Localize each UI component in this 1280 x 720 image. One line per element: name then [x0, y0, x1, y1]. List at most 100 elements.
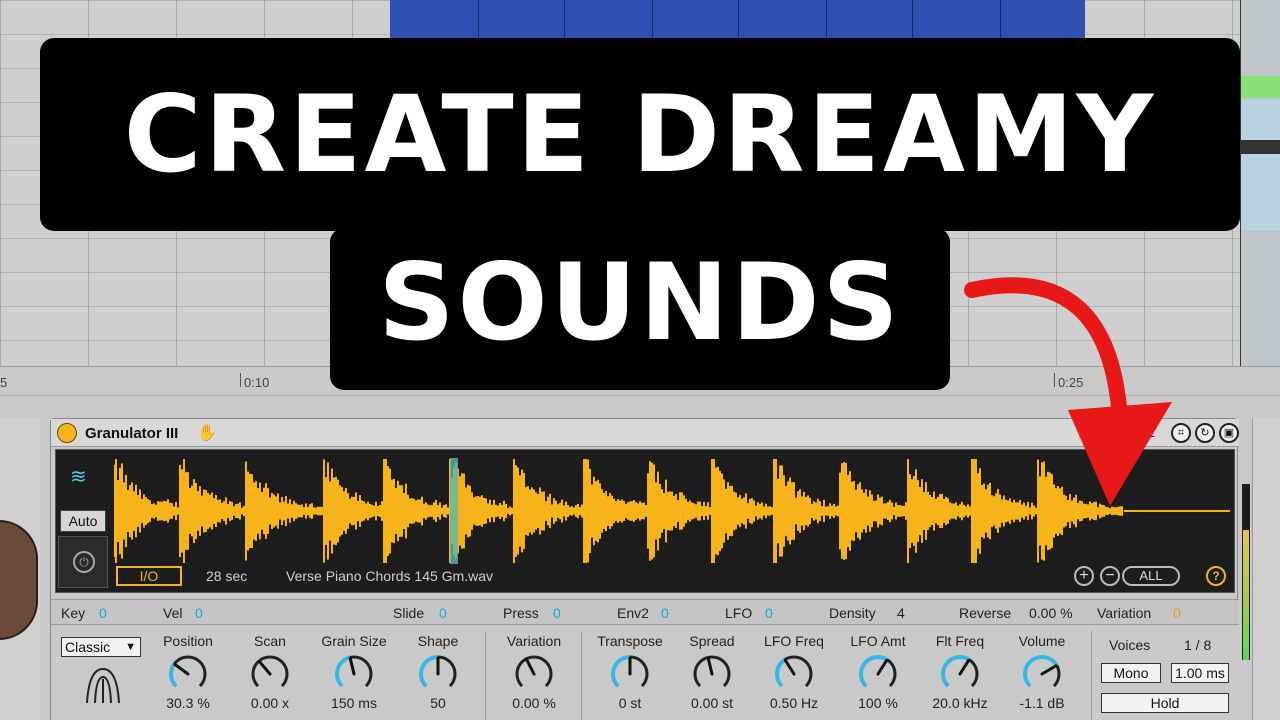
glide-time-field[interactable]: 1.00 ms	[1171, 663, 1229, 683]
io-button[interactable]: I/O	[116, 566, 182, 586]
mod-value-density[interactable]: 4	[897, 605, 905, 621]
knob-dial[interactable]	[1019, 652, 1065, 694]
knob-spread[interactable]: Spread 0.00 st	[667, 633, 757, 720]
knob-pointer	[527, 660, 534, 674]
knob-dial[interactable]	[511, 652, 557, 694]
mod-value-key[interactable]: 0	[99, 605, 107, 621]
knob-dial[interactable]	[165, 652, 211, 694]
mod-label-density: Density	[829, 605, 876, 621]
knob-dial[interactable]	[247, 652, 293, 694]
knob-lfo-freq[interactable]: LFO Freq 0.50 Hz	[749, 633, 839, 720]
knob-fill	[171, 664, 176, 686]
knob-volume[interactable]: Volume -1.1 dB	[997, 633, 1087, 720]
help-button[interactable]: ?	[1206, 566, 1226, 586]
knob-scan[interactable]: Scan 0.00 x	[225, 633, 315, 720]
controls-area: Classic ▼ Position 30.3 % Scan 0.00 x Gr…	[51, 625, 1239, 720]
timeline-marker: 5	[0, 375, 7, 390]
group-separator	[1091, 631, 1092, 720]
timeline-tick	[240, 373, 241, 387]
mod-value-press[interactable]: 0	[553, 605, 561, 621]
chevron-down-icon: ▼	[125, 638, 136, 656]
knob-value: 100 %	[833, 695, 923, 711]
auto-button[interactable]: Auto	[60, 510, 106, 532]
knob-label: Flt Freq	[915, 633, 1005, 649]
mod-value-lfo[interactable]: 0	[765, 605, 773, 621]
knob-dial[interactable]	[689, 652, 735, 694]
thumbnail-title-line-2: SOUNDS	[330, 228, 950, 390]
mod-label-press: Press	[503, 605, 539, 621]
knob-dial[interactable]	[415, 652, 461, 694]
knob-value: 0.00 %	[489, 695, 579, 711]
zoom-all-button[interactable]: ALL	[1122, 566, 1180, 586]
knob-variation[interactable]: Variation 0.00 %	[489, 633, 579, 720]
mod-value-slide[interactable]: 0	[439, 605, 447, 621]
knob-label: Spread	[667, 633, 757, 649]
screen: 5 0:10 0:25 Granulator III ✋ E ⌗ ↻ ▣ ≋ A…	[0, 0, 1280, 720]
mod-value-env2[interactable]: 0	[661, 605, 669, 621]
knob-dial[interactable]	[937, 652, 983, 694]
knob-fill	[613, 657, 630, 686]
mod-value-vel[interactable]: 0	[195, 605, 203, 621]
mod-label-env2: Env2	[617, 605, 649, 621]
group-separator	[581, 631, 582, 720]
knob-label: Volume	[997, 633, 1087, 649]
knob-pointer	[1042, 666, 1056, 674]
knob-pointer	[260, 662, 270, 674]
track-clip-green[interactable]	[1241, 76, 1280, 98]
mod-value-reverse[interactable]: 0.00 %	[1029, 605, 1073, 621]
device-name: Granulator III	[85, 425, 178, 442]
knob-dial[interactable]	[771, 652, 817, 694]
device-save-icon[interactable]: ▣	[1219, 423, 1239, 443]
knob-track	[171, 657, 205, 686]
knob-label: Variation	[489, 633, 579, 649]
power-box[interactable]: ⏻	[58, 536, 108, 588]
mod-label-vel: Vel	[163, 605, 182, 621]
knob-fill	[1025, 657, 1057, 686]
knob-transpose[interactable]: Transpose 0 st	[585, 633, 675, 720]
grain-shape-icon	[83, 665, 123, 705]
mod-label-lfo: LFO	[725, 605, 752, 621]
knob-value: 0 st	[585, 695, 675, 711]
knob-value: 0.00 x	[225, 695, 315, 711]
knob-pointer	[350, 658, 354, 674]
voices-value[interactable]: 1 / 8	[1184, 637, 1211, 653]
knob-fill	[337, 657, 350, 686]
knob-dial[interactable]	[331, 652, 377, 694]
device-power-button[interactable]	[57, 423, 77, 443]
timeline-marker: 0:10	[244, 375, 269, 390]
knob-dial[interactable]	[855, 652, 901, 694]
knob-fill	[777, 660, 785, 686]
knob-pointer	[785, 660, 794, 674]
mod-label-variation: Variation	[1097, 605, 1151, 621]
voices-label: Voices	[1109, 637, 1150, 653]
knob-lfo-amt[interactable]: LFO Amt 100 %	[833, 633, 923, 720]
knob-value: 150 ms	[309, 695, 399, 711]
knob-shape[interactable]: Shape 50	[393, 633, 483, 720]
knob-fill	[943, 657, 969, 686]
knob-label: Position	[143, 633, 233, 649]
mod-value-variation[interactable]: 0	[1173, 605, 1181, 621]
zoom-out-button[interactable]: −	[1100, 566, 1120, 586]
sample-length: 28 sec	[206, 568, 247, 584]
knob-dial[interactable]	[607, 652, 653, 694]
knob-flt-freq[interactable]: Flt Freq 20.0 kHz	[915, 633, 1005, 720]
right-panel	[1252, 418, 1280, 720]
knob-label: LFO Freq	[749, 633, 839, 649]
power-icon: ⏻	[73, 551, 95, 573]
knob-pointer	[708, 658, 712, 674]
group-separator	[485, 631, 486, 720]
knob-label: Grain Size	[309, 633, 399, 649]
knob-grain-size[interactable]: Grain Size 150 ms	[309, 633, 399, 720]
track-clip-area[interactable]	[1241, 100, 1280, 230]
mono-button[interactable]: Mono	[1101, 663, 1161, 683]
audio-clip[interactable]	[390, 0, 1085, 40]
knob-position[interactable]: Position 30.3 %	[143, 633, 233, 720]
hold-button[interactable]: Hold	[1101, 693, 1229, 713]
waveform-icon[interactable]: ≋	[70, 464, 87, 489]
knob-value: 0.50 Hz	[749, 695, 839, 711]
mod-label-key: Key	[61, 605, 85, 621]
mode-select[interactable]: Classic ▼	[61, 637, 141, 657]
zoom-in-button[interactable]: +	[1074, 566, 1094, 586]
hand-icon: ✋	[197, 423, 217, 443]
sample-name: Verse Piano Chords 145 Gm.wav	[286, 568, 493, 584]
